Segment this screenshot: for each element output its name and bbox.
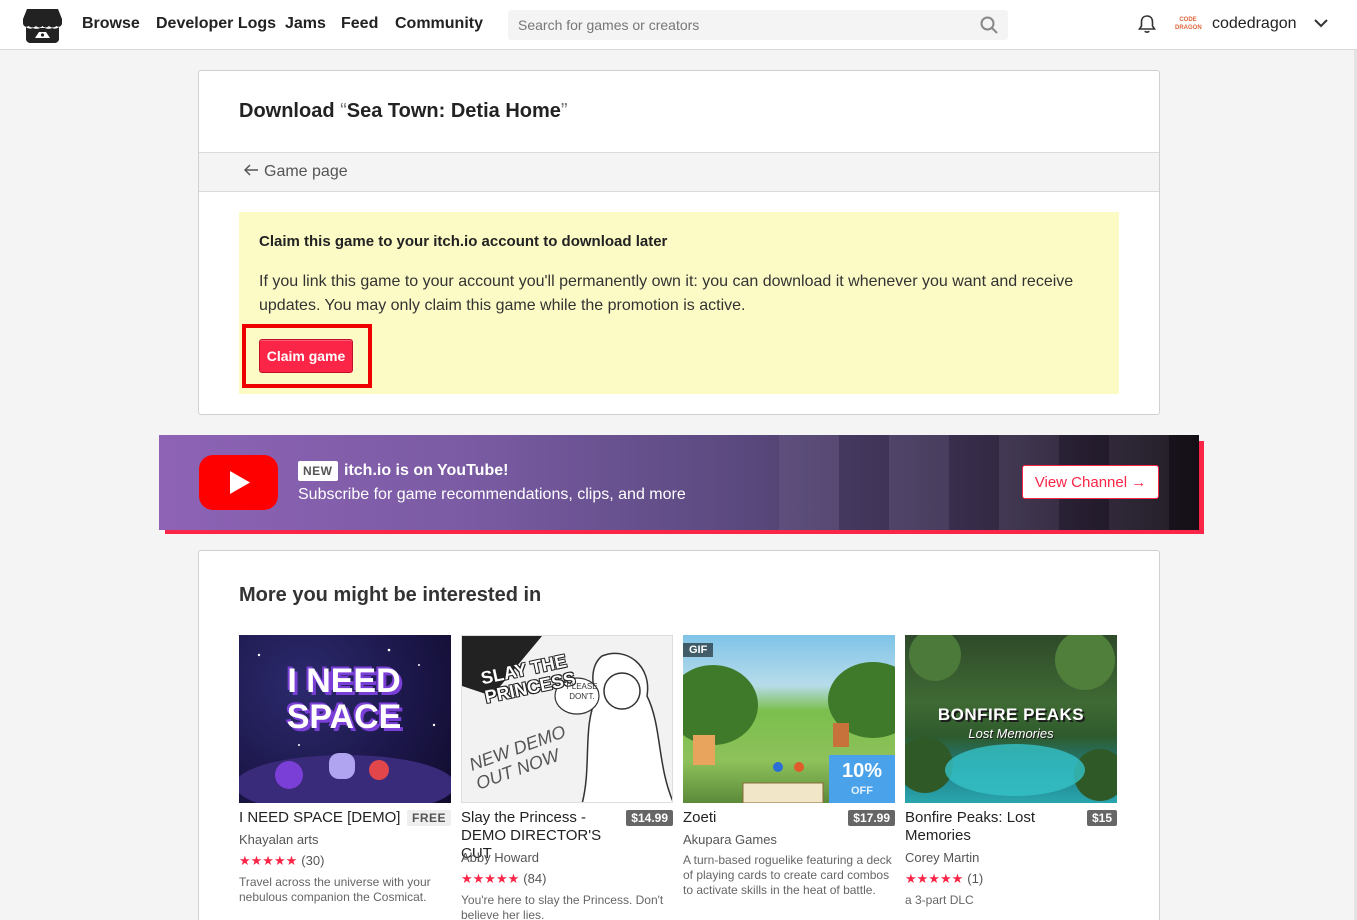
game-thumbnail[interactable]: GIF 10% OFF	[683, 635, 895, 803]
download-panel: Download “Sea Town: Detia Home” Game pag…	[198, 70, 1160, 415]
nav-browse[interactable]: Browse	[82, 14, 140, 34]
search-bar	[508, 10, 1008, 40]
title-open-quote: “	[340, 100, 347, 122]
claim-game-button[interactable]: Claim game	[259, 339, 353, 373]
bell-icon[interactable]	[1138, 14, 1156, 34]
game-description: a 3-part DLC	[905, 893, 974, 907]
username[interactable]: codedragon	[1212, 14, 1297, 34]
new-badge: NEW	[298, 461, 338, 481]
rating-count: (1)	[967, 871, 984, 886]
back-bar: Game page	[199, 152, 1159, 192]
game-title[interactable]: Zoeti	[683, 809, 848, 827]
game-author[interactable]: Akupara Games	[683, 832, 777, 848]
game-description: Travel across the universe with your neb…	[239, 875, 431, 904]
price-badge: $14.99	[626, 810, 673, 826]
stars-icon: ★★★★★	[461, 871, 520, 886]
itch-io-logo[interactable]	[23, 7, 62, 43]
game-title: Sea Town: Detia Home	[346, 100, 561, 122]
price-badge: $15	[1086, 810, 1117, 826]
claim-heading: Claim this game to your itch.io account …	[259, 233, 668, 250]
claim-box: Claim this game to your itch.io account …	[239, 212, 1119, 394]
game-page-link[interactable]: Game page	[244, 162, 348, 182]
game-thumbnail[interactable]: BONFIRE PEAKS Lost Memories	[905, 635, 1117, 803]
discount-percent: 10%	[841, 760, 883, 782]
game-description: You're here to slay the Princess. Don't …	[461, 893, 664, 920]
claim-description: If you link this game to your account yo…	[259, 273, 1074, 314]
game-title[interactable]: I NEED SPACE [DEMO]	[239, 809, 404, 827]
arrow-left-icon	[244, 164, 258, 176]
game-title[interactable]: Bonfire Peaks: Lost Memories	[905, 809, 1070, 845]
nav-community[interactable]: Community	[395, 14, 483, 34]
rating-count: (30)	[301, 853, 325, 868]
game-page-label: Game page	[264, 163, 348, 180]
rating-count: (84)	[523, 871, 547, 886]
chevron-down-icon[interactable]	[1313, 17, 1329, 29]
stars-icon: ★★★★★	[239, 853, 298, 868]
rating-stars: ★★★★★ (1)	[905, 871, 983, 887]
search-icon[interactable]	[980, 16, 998, 34]
speech-bubble: PLEASE DON'T.	[566, 682, 598, 701]
page-title: Download “Sea Town: Detia Home”	[239, 99, 568, 123]
game-thumbnail[interactable]: I NEED SPACE	[239, 635, 451, 803]
stars-icon: ★★★★★	[905, 871, 964, 886]
title-close-quote: ”	[560, 100, 568, 122]
gif-badge: GIF	[683, 643, 714, 657]
search-input[interactable]	[508, 10, 968, 40]
game-author[interactable]: Abby Howard	[461, 850, 539, 866]
title-prefix: Download	[239, 100, 335, 122]
game-thumbnail[interactable]: SLAY THE PRINCESS PLEASE DON'T. NEW DEMO…	[461, 635, 673, 803]
game-description: A turn-based roguelike featuring a deck …	[683, 853, 892, 897]
game-author[interactable]: Corey Martin	[905, 850, 979, 866]
nav-developer-logs[interactable]: Developer Logs	[156, 14, 276, 34]
youtube-icon	[199, 455, 278, 510]
recommendations-title: More you might be interested in	[239, 584, 542, 606]
cover-title: I NEED SPACE	[286, 662, 402, 736]
top-header: Browse Developer Logs Jams Feed Communit…	[0, 0, 1357, 50]
cover-subtitle: Lost Memories	[968, 726, 1054, 741]
youtube-subtitle: Subscribe for game recommendations, clip…	[298, 486, 686, 503]
recommendations-panel: More you might be interested in I NEED S…	[198, 550, 1160, 920]
discount-off-label: OFF	[851, 785, 873, 797]
avatar[interactable]: CODE DRAGON	[1175, 13, 1202, 35]
nav-feed[interactable]: Feed	[341, 14, 378, 34]
cover-title: BONFIRE PEAKS	[937, 705, 1085, 724]
youtube-headline: itch.io is on YouTube!	[344, 462, 509, 479]
rating-stars: ★★★★★ (84)	[461, 871, 546, 887]
view-channel-button[interactable]: View Channel →	[1022, 465, 1159, 499]
game-author[interactable]: Khayalan arts	[239, 832, 319, 848]
price-badge: $17.99	[848, 810, 895, 826]
rating-stars: ★★★★★ (30)	[239, 853, 324, 869]
price-badge: FREE	[406, 810, 451, 826]
nav-jams[interactable]: Jams	[285, 14, 326, 34]
youtube-banner: NEW itch.io is on YouTube! Subscribe for…	[159, 435, 1199, 530]
discount-badge: 10% OFF	[829, 755, 895, 803]
